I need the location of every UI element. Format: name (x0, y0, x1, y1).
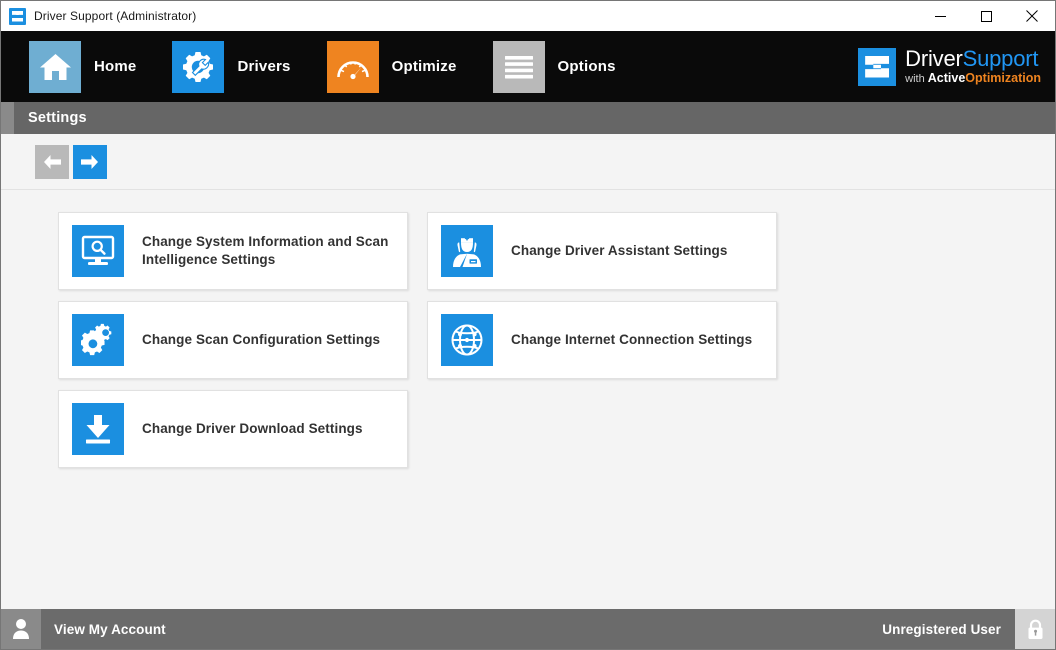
forward-arrow-icon[interactable] (73, 144, 107, 179)
brand-logo: DriverSupport with ActiveOptimization (858, 47, 1041, 86)
status-badge: Unregistered User (882, 621, 1001, 637)
brand-tagline-optimization: Optimization (965, 71, 1041, 85)
nav-item-home-label: Home (94, 58, 137, 75)
speedometer-icon (326, 40, 379, 93)
title-bar-left: Driver Support (Administrator) (1, 7, 197, 25)
download-icon (72, 403, 124, 455)
status-bar: View My Account Unregistered User (1, 609, 1055, 649)
section-header: Settings (1, 102, 1055, 134)
title-bar: Driver Support (Administrator) (1, 1, 1055, 31)
maximize-icon[interactable] (963, 1, 1009, 31)
nav-item-options[interactable]: Options (492, 40, 616, 93)
brand-tagline-with: with (905, 73, 928, 85)
window-controls (917, 1, 1055, 31)
grid-spacer (427, 390, 777, 468)
brand-text: DriverSupport with ActiveOptimization (905, 48, 1041, 85)
card-system-information-scan-intelligence[interactable]: Change System Information and Scan Intel… (58, 212, 408, 290)
minimize-icon[interactable] (917, 1, 963, 31)
driver-support-logo-icon (858, 47, 897, 86)
navigation-toolbar (1, 134, 1055, 190)
card-internet-connection[interactable]: Change Internet Connection Settings (427, 301, 777, 379)
settings-cards-grid: Change System Information and Scan Intel… (1, 212, 1055, 468)
brand-title-support: Support (962, 46, 1039, 71)
nav-item-options-label: Options (557, 58, 616, 75)
driver-support-logo-icon (9, 7, 26, 25)
card-driver-assistant[interactable]: Change Driver Assistant Settings (427, 212, 777, 290)
main-navigation-bar: Home Drivers Optimize Options DriverSupp… (1, 31, 1055, 102)
user-avatar-icon (1, 609, 41, 649)
brand-tagline-active: Active (927, 71, 966, 85)
settings-content: Change System Information and Scan Intel… (1, 190, 1055, 609)
nav-item-optimize[interactable]: Optimize (326, 40, 457, 93)
gears-icon (72, 314, 124, 366)
nav-item-drivers[interactable]: Drivers (172, 40, 291, 93)
brand-title-driver: Driver (905, 46, 963, 71)
status-bar-right: Unregistered User (882, 609, 1055, 649)
nav-item-optimize-label: Optimize (391, 58, 457, 75)
close-icon[interactable] (1009, 1, 1055, 31)
brand-title: DriverSupport (905, 48, 1041, 70)
gear-wrench-icon (172, 40, 225, 93)
window-title: Driver Support (Administrator) (34, 9, 197, 23)
card-label: Change Driver Assistant Settings (511, 242, 728, 258)
application-window: Driver Support (Administrator) Home Driv… (0, 0, 1056, 650)
globe-icon (441, 314, 493, 366)
card-scan-configuration[interactable]: Change Scan Configuration Settings (58, 301, 408, 379)
house-icon (29, 40, 81, 93)
hamburger-menu-icon (492, 40, 545, 93)
nav-item-home[interactable]: Home (29, 40, 137, 93)
page-title: Settings (28, 110, 87, 126)
monitor-search-icon (72, 225, 124, 277)
nav-item-drivers-label: Drivers (237, 58, 291, 75)
view-my-account-link[interactable]: View My Account (41, 622, 166, 637)
assistant-person-icon (441, 225, 493, 277)
card-driver-download[interactable]: Change Driver Download Settings (58, 390, 408, 468)
card-label: Change System Information and Scan Intel… (142, 233, 389, 267)
card-label: Change Internet Connection Settings (511, 331, 753, 347)
lock-icon[interactable] (1015, 609, 1055, 649)
back-arrow-icon[interactable] (35, 144, 69, 179)
brand-tagline: with ActiveOptimization (905, 72, 1041, 85)
card-label: Change Scan Configuration Settings (142, 331, 381, 347)
card-label: Change Driver Download Settings (142, 420, 363, 436)
section-header-accent (1, 102, 14, 134)
